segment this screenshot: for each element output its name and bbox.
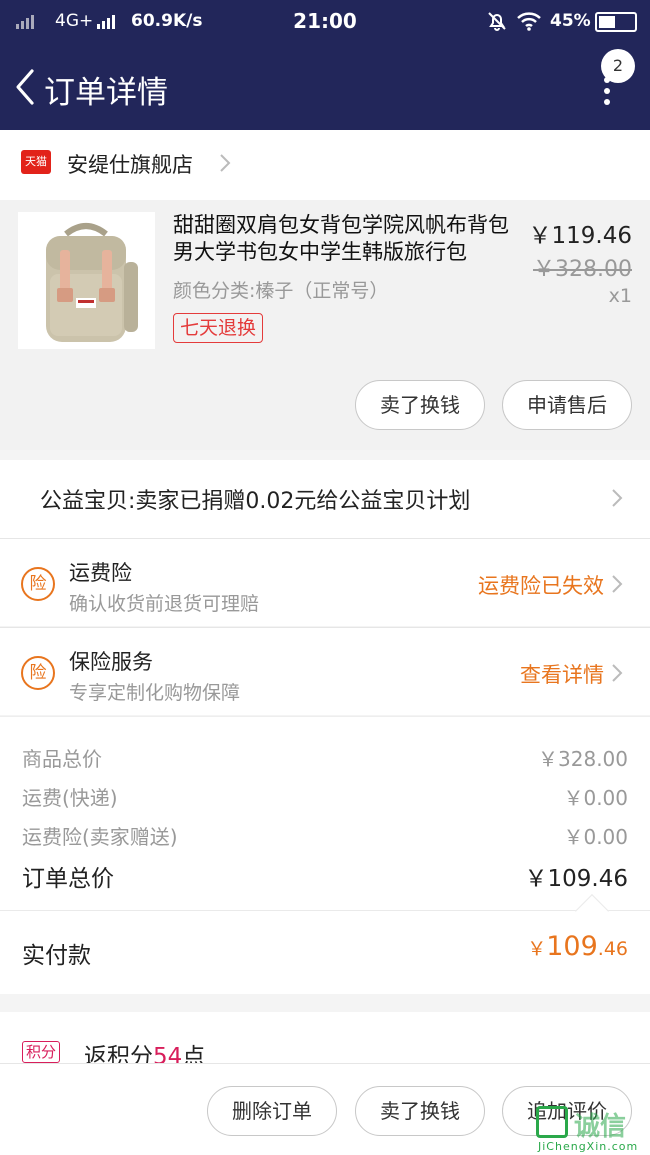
product-title[interactable]: 甜甜圈双肩包女背包学院风帆布背包男大学书包女中学生韩版旅行包 [173,212,525,266]
store-row[interactable]: 天猫 安缇仕旗舰店 [0,130,650,200]
summary-value: ￥328.00 [538,747,628,771]
delete-order-button[interactable]: 删除订单 [207,1086,337,1136]
watermark-url: JiChengXin.com [538,1140,639,1153]
insurance-service-row[interactable]: 险 保险服务 专享定制化购物保障 查看详情 [0,627,650,715]
product-original-price: ￥328.00 [533,257,632,282]
summary-label: 运费险(卖家赠送) [22,825,178,849]
watermark-logo: 诚信 JiChengXin.com [530,1096,650,1155]
charity-row[interactable]: 公益宝贝:卖家已捐赠0.02元给公益宝贝计划 [0,460,650,538]
price-summary: 商品总价 ￥328.00 运费(快递) ￥0.00 运费险(卖家赠送) ￥0.0… [0,716,650,910]
insurance-icon: 险 [21,567,55,601]
paid-label: 实付款 [22,943,91,969]
paid-value: ￥109.46 [527,931,628,962]
watermark-text: 诚信 [574,1112,627,1142]
insurance-subtitle: 确认收货前退货可理赔 [69,593,260,615]
chevron-right-icon [612,664,623,682]
product-spec: 颜色分类:榛子（正常号） [173,280,389,302]
nav-bar: 订单详情 2 [0,43,650,130]
paid-currency: ￥ [527,938,547,960]
summary-label: 运费(快递) [22,786,118,810]
summary-value: ￥0.00 [563,786,628,810]
insurance-title: 保险服务 [69,650,153,674]
summary-value: ￥0.00 [563,825,628,849]
page-title: 订单详情 [44,75,168,111]
paid-integer: 109 [546,931,598,962]
mute-bell-icon [488,12,506,31]
insurance-subtitle: 专享定制化购物保障 [69,682,241,704]
message-count-badge: 2 [601,49,635,83]
sell-button[interactable]: 卖了换钱 [355,1086,485,1136]
order-total-label: 订单总价 [22,866,114,892]
order-total-value: ￥109.46 [524,866,628,892]
product-price: ￥119.46 [528,223,632,249]
shipping-insurance-row[interactable]: 险 运费险 确认收货前退货可理赔 运费险已失效 [0,538,650,626]
chevron-right-icon [612,489,623,507]
sell-button[interactable]: 卖了换钱 [355,380,485,430]
charity-text: 公益宝贝:卖家已捐赠0.02元给公益宝贝计划 [40,489,471,514]
chevron-right-icon [612,575,623,593]
chevron-right-icon [220,154,231,172]
insurance-title: 运费险 [69,561,132,585]
paid-decimal: .46 [597,938,628,960]
tmall-logo-icon: 天猫 [21,150,51,174]
product-image[interactable] [18,212,155,349]
after-sale-button[interactable]: 申请售后 [502,380,632,430]
points-badge: 积分 [22,1041,61,1063]
watermark-square-icon [536,1106,568,1138]
status-bar: 4G+ 60.9K/s 21:00 45% [0,0,650,43]
product-quantity: x1 [608,285,632,307]
view-details-link[interactable]: 查看详情 [520,659,604,689]
paid-amount-row: 实付款 ￥109.46 [0,894,650,994]
insurance-status: 运费险已失效 [478,574,604,598]
return-policy-tag: 七天退换 [173,313,264,343]
wifi-icon [517,12,541,31]
battery-icon [595,12,637,32]
product-card: 甜甜圈双肩包女背包学院风帆布背包男大学书包女中学生韩版旅行包 ￥119.46 ￥… [0,200,650,450]
back-arrow-icon[interactable] [8,65,42,109]
insurance-icon: 险 [21,656,55,690]
store-name: 安缇仕旗舰店 [67,153,193,177]
summary-label: 商品总价 [22,747,102,771]
battery-percent: 45% [550,11,591,31]
